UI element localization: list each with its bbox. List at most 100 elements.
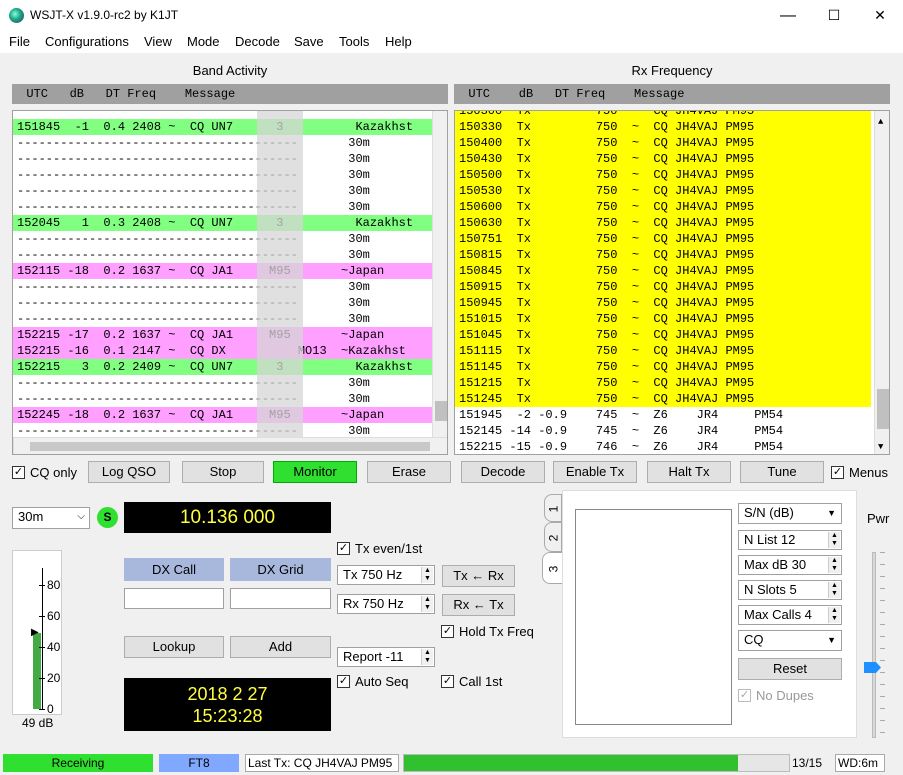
no-dupes-checkbox[interactable]: ✓ (738, 689, 751, 702)
decode-line[interactable]: 150630 Tx 750 ~ CQ JH4VAJ PM95 (455, 215, 871, 231)
auto-seq-checkbox[interactable]: ✓ (337, 675, 350, 688)
band-select[interactable]: 30m ⌵ (12, 507, 90, 529)
decode-line[interactable]: --------------------------------------- … (13, 231, 433, 247)
hscroll-thumb[interactable] (30, 442, 430, 451)
dx-call-input[interactable] (124, 588, 224, 609)
enable-tx-button[interactable]: Enable Tx (553, 461, 637, 483)
scrollbar-thumb[interactable] (435, 401, 447, 421)
fox-callers-list[interactable] (575, 509, 732, 725)
tab-1[interactable]: 1 (544, 494, 562, 522)
decode-line[interactable]: --------------------------------------- … (13, 311, 433, 327)
spin-arrows-icon[interactable]: ▲ ▼ (421, 649, 433, 665)
decode-line[interactable]: --------------------------------------- … (13, 167, 433, 183)
menu-save[interactable]: Save (294, 34, 324, 49)
call-1st-checkbox[interactable]: ✓ (441, 675, 454, 688)
rx-freq-spinbox[interactable]: Rx 750 Hz ▲ ▼ (337, 594, 435, 614)
erase-button[interactable]: Erase (367, 461, 451, 483)
decode-line[interactable]: 150530 Tx 750 ~ CQ JH4VAJ PM95 (455, 183, 871, 199)
stop-button[interactable]: Stop (182, 461, 264, 483)
spin-arrows-icon[interactable]: ▲ ▼ (828, 557, 840, 573)
sort-select[interactable]: S/N (dB) ▼ (738, 503, 842, 524)
decode-line[interactable]: 152145 -14 -0.9 745 ~ Z6 JR4 PM54 (455, 423, 871, 439)
decode-line[interactable]: 152215 -15 -0.9 746 ~ Z6 JR4 PM54 (455, 439, 871, 454)
s-badge[interactable]: S (97, 507, 118, 528)
rx-frequency-list[interactable]: 150300 Tx 750 ~ CQ JH4VAJ PM95 150330 Tx … (454, 110, 890, 455)
tab-3[interactable]: 3 (542, 552, 563, 584)
decode-line[interactable]: 150945 Tx 750 ~ CQ JH4VAJ PM95 (455, 295, 871, 311)
decode-line[interactable]: 152045 1 0.3 2408 ~ CQ UN7 3 Kazakhst (13, 215, 433, 231)
menus-checkbox[interactable]: ✓ (831, 466, 844, 479)
decode-line[interactable]: 150430 Tx 750 ~ CQ JH4VAJ PM95 (455, 151, 871, 167)
power-slider-handle[interactable] (864, 662, 881, 673)
minimize-button[interactable]: — (765, 0, 811, 31)
decode-line[interactable]: 150845 Tx 750 ~ CQ JH4VAJ PM95 (455, 263, 871, 279)
decode-line[interactable] (13, 111, 433, 119)
scroll-up-icon[interactable]: ▲ (878, 114, 883, 130)
decode-line[interactable]: 152245 -18 0.2 1637 ~ CQ JA1 M95 ~Japan (13, 407, 433, 423)
menu-file[interactable]: File (9, 34, 30, 49)
rx-from-tx-button[interactable]: Rx ← Tx (442, 594, 515, 616)
decode-line[interactable]: --------------------------------------- … (13, 391, 433, 407)
band-activity-hscrollbar[interactable] (13, 437, 447, 454)
tab-2[interactable]: 2 (544, 522, 562, 552)
reset-button[interactable]: Reset (738, 658, 842, 680)
spin-arrows-icon[interactable]: ▲ ▼ (421, 596, 433, 612)
spin-arrows-icon[interactable]: ▲ ▼ (828, 532, 840, 548)
scroll-down-icon[interactable]: ▼ (878, 439, 883, 454)
decode-line[interactable]: 151015 Tx 750 ~ CQ JH4VAJ PM95 (455, 311, 871, 327)
decode-line[interactable]: 150330 Tx 750 ~ CQ JH4VAJ PM95 (455, 119, 871, 135)
cq-select[interactable]: CQ ▼ (738, 630, 842, 651)
lookup-button[interactable]: Lookup (124, 636, 224, 658)
decode-line[interactable]: 150600 Tx 750 ~ CQ JH4VAJ PM95 (455, 199, 871, 215)
tx-freq-spinbox[interactable]: Tx 750 Hz ▲ ▼ (337, 565, 435, 585)
band-activity-list[interactable]: 151845 -1 0.4 2408 ~ CQ UN7 3 Kazakhst --… (12, 110, 448, 455)
decode-line[interactable]: --------------------------------------- … (13, 183, 433, 199)
menu-tools[interactable]: Tools (339, 34, 369, 49)
decode-button[interactable]: Decode (461, 461, 545, 483)
decode-line[interactable]: --------------------------------------- … (13, 279, 433, 295)
tx-even-checkbox[interactable]: ✓ (337, 542, 350, 555)
halt-tx-button[interactable]: Halt Tx (647, 461, 731, 483)
decode-line[interactable]: --------------------------------------- … (13, 151, 433, 167)
decode-line[interactable]: 152115 -18 0.2 1637 ~ CQ JA1 M95 ~Japan (13, 263, 433, 279)
n-list-spinbox[interactable]: N List 12 ▲ ▼ (738, 530, 842, 550)
decode-line[interactable]: 150500 Tx 750 ~ CQ JH4VAJ PM95 (455, 167, 871, 183)
decode-line[interactable]: 151115 Tx 750 ~ CQ JH4VAJ PM95 (455, 343, 871, 359)
decode-line[interactable]: 150400 Tx 750 ~ CQ JH4VAJ PM95 (455, 135, 871, 151)
decode-line[interactable]: 150300 Tx 750 ~ CQ JH4VAJ PM95 (455, 111, 871, 119)
decode-line[interactable]: 152215 -16 0.1 2147 ~ CQ DX MO13 ~Kazakh… (13, 343, 433, 359)
max-db-spinbox[interactable]: Max dB 30 ▲ ▼ (738, 555, 842, 575)
decode-line[interactable]: --------------------------------------- … (13, 375, 433, 391)
decode-line[interactable]: 152215 3 0.2 2409 ~ CQ UN7 3 Kazakhst (13, 359, 433, 375)
menu-view[interactable]: View (144, 34, 172, 49)
rx-frequency-scrollbar[interactable]: ▲ ▼ (874, 111, 889, 454)
maximize-button[interactable]: ☐ (811, 0, 857, 31)
decode-line[interactable]: 152215 -17 0.2 1637 ~ CQ JA1 M95 ~Japan (13, 327, 433, 343)
menu-mode[interactable]: Mode (187, 34, 220, 49)
report-spinbox[interactable]: Report -11 ▲ ▼ (337, 647, 435, 667)
hold-tx-checkbox[interactable]: ✓ (441, 625, 454, 638)
monitor-button[interactable]: Monitor (273, 461, 357, 483)
decode-line[interactable]: 151045 Tx 750 ~ CQ JH4VAJ PM95 (455, 327, 871, 343)
decode-line[interactable]: 151845 -1 0.4 2408 ~ CQ UN7 3 Kazakhst (13, 119, 433, 135)
band-activity-scrollbar[interactable] (432, 111, 447, 437)
n-slots-spinbox[interactable]: N Slots 5 ▲ ▼ (738, 580, 842, 600)
menu-decode[interactable]: Decode (235, 34, 280, 49)
close-button[interactable]: ✕ (857, 0, 903, 31)
decode-line[interactable]: 151245 Tx 750 ~ CQ JH4VAJ PM95 (455, 391, 871, 407)
cq-only-checkbox[interactable]: ✓ (12, 466, 25, 479)
decode-line[interactable]: 150815 Tx 750 ~ CQ JH4VAJ PM95 (455, 247, 871, 263)
decode-line[interactable]: --------------------------------------- … (13, 247, 433, 263)
menu-configurations[interactable]: Configurations (45, 34, 129, 49)
spin-arrows-icon[interactable]: ▲ ▼ (828, 607, 840, 623)
decode-line[interactable]: --------------------------------------- … (13, 135, 433, 151)
menu-help[interactable]: Help (385, 34, 412, 49)
tx-from-rx-button[interactable]: Tx ← Rx (442, 565, 515, 587)
decode-line[interactable]: 151945 -2 -0.9 745 ~ Z6 JR4 PM54 (455, 407, 871, 423)
add-button[interactable]: Add (230, 636, 331, 658)
decode-line[interactable]: 151145 Tx 750 ~ CQ JH4VAJ PM95 (455, 359, 871, 375)
max-calls-spinbox[interactable]: Max Calls 4 ▲ ▼ (738, 605, 842, 625)
log-qso-button[interactable]: Log QSO (88, 461, 170, 483)
scrollbar-thumb[interactable] (877, 389, 889, 429)
spin-arrows-icon[interactable]: ▲ ▼ (828, 582, 840, 598)
